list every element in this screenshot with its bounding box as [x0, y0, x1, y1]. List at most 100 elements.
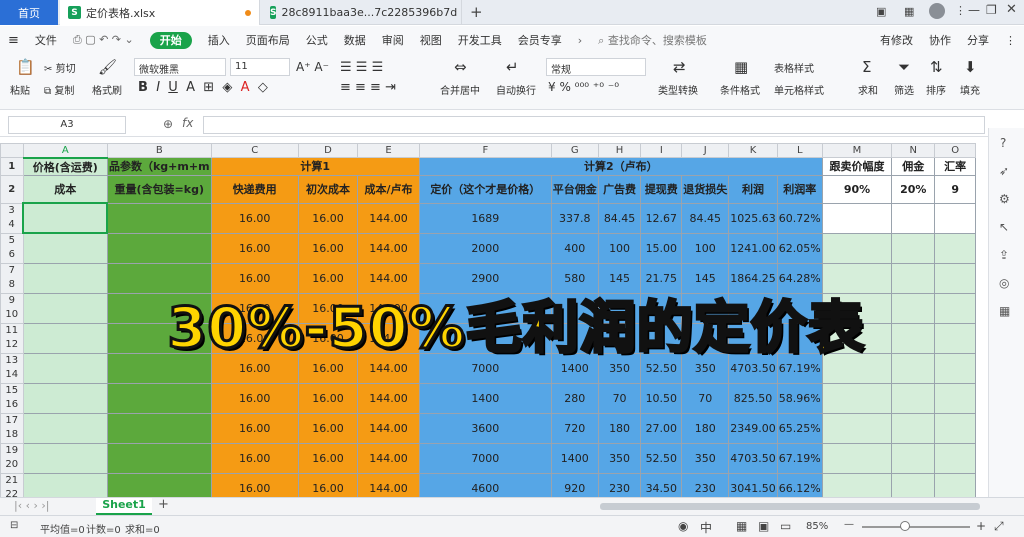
selected-cell-a3[interactable] — [22, 202, 109, 234]
cell-cost[interactable] — [22, 322, 108, 354]
help-icon[interactable]: ? — [1000, 136, 1006, 150]
cell-weight[interactable] — [106, 232, 212, 264]
cell-e[interactable]: 144.00 — [357, 232, 420, 264]
wrap-icon[interactable]: ↵ — [506, 58, 519, 76]
fill-icon[interactable]: ⬇ — [964, 58, 977, 76]
row-number[interactable]: 15 16 — [0, 382, 24, 414]
cell-l[interactable]: 67.19% — [776, 442, 823, 474]
cell-d[interactable]: 16.00 — [297, 382, 359, 414]
cell-d[interactable]: 16.00 — [297, 442, 359, 474]
hamburger-icon[interactable]: ≡ — [0, 33, 27, 48]
cell-h[interactable]: 180 — [597, 412, 642, 444]
cell-m[interactable] — [821, 442, 893, 474]
cell-k[interactable]: 825.50 — [728, 382, 778, 414]
cut-button[interactable]: ✂ 剪切 — [44, 60, 76, 75]
wrap-text-button[interactable]: 自动换行 — [496, 82, 536, 97]
fill-button[interactable]: 填充 — [960, 82, 980, 97]
cell-m[interactable] — [821, 472, 893, 497]
quick-access-icons[interactable]: ⎙ ▢ ↶ ↷ ⌄ — [65, 33, 142, 47]
col-header-l[interactable]: L — [776, 143, 823, 158]
layout-icon[interactable]: ▣ — [876, 5, 886, 18]
row-number[interactable]: 19 20 — [0, 442, 24, 474]
header-price[interactable]: 价格(含运费) — [22, 157, 108, 176]
col-header-c[interactable]: C — [210, 143, 299, 158]
menu-member[interactable]: 会员专享 — [510, 32, 570, 48]
convert-icon[interactable]: ⇄ — [673, 58, 686, 76]
more-icon[interactable]: ⋮ — [997, 34, 1024, 47]
col-header-g[interactable]: G — [550, 143, 599, 158]
cell-f[interactable]: 1400 — [418, 382, 552, 414]
header-follow-range[interactable]: 跟卖价幅度 — [821, 157, 893, 176]
cell-d[interactable]: 16.00 — [297, 202, 359, 234]
row-number[interactable]: 11 12 — [0, 322, 24, 354]
cell-o[interactable] — [934, 352, 976, 384]
zoom-search-icon[interactable]: ⊕ — [163, 117, 173, 131]
number-format-select[interactable]: 常规 — [546, 58, 646, 76]
align-top-icons[interactable]: ☰ ☰ ☰ — [340, 60, 383, 75]
row-number[interactable]: 17 18 — [0, 412, 24, 444]
cell-k[interactable]: 3041.50 — [728, 472, 778, 497]
cell-n[interactable] — [891, 202, 936, 234]
zoom-slider[interactable] — [862, 526, 970, 528]
cell-l[interactable]: 60.72% — [776, 202, 823, 234]
cell-i[interactable]: 10.50 — [640, 382, 683, 414]
cell-cost[interactable] — [22, 352, 108, 384]
table-style-button[interactable]: 表格样式 — [774, 60, 814, 75]
col-header-n[interactable]: N — [891, 143, 936, 158]
more-icon[interactable]: ⋮ — [955, 4, 966, 17]
sum-button[interactable]: 求和 — [858, 82, 878, 97]
zoom-slider-thumb[interactable] — [900, 521, 910, 531]
menu-insert[interactable]: 插入 — [200, 32, 238, 48]
cell-c[interactable]: 16.00 — [210, 232, 299, 264]
cell-e[interactable]: 144.00 — [357, 202, 420, 234]
fx-icon[interactable]: fx — [182, 116, 193, 130]
menu-start[interactable]: 开始 — [149, 32, 192, 49]
cell-f[interactable]: 3600 — [418, 412, 552, 444]
type-convert-button[interactable]: 类型转换 — [658, 82, 698, 97]
filter-icon[interactable]: ⏷ — [898, 58, 910, 76]
cell-h[interactable]: 230 — [597, 472, 642, 497]
header-withdraw-fee[interactable]: 提现费 — [640, 174, 683, 204]
header-shipping[interactable]: 快递费用 — [210, 174, 299, 204]
menu-file[interactable]: 文件 — [27, 32, 65, 48]
cell-o[interactable] — [934, 472, 976, 497]
row-number[interactable]: 9 10 — [0, 292, 24, 324]
cell-c[interactable]: 16.00 — [210, 382, 299, 414]
merge-center-button[interactable]: 合并居中 — [440, 82, 480, 97]
col-header-b[interactable]: B — [106, 143, 212, 158]
page-view-icon[interactable]: ▣ — [758, 519, 769, 533]
cell-g[interactable]: 400 — [550, 232, 599, 264]
header-return-loss[interactable]: 退货损失 — [681, 174, 730, 204]
row-number[interactable]: 1 — [0, 157, 24, 176]
name-box[interactable]: A3 — [8, 116, 126, 134]
paste-icon[interactable]: 📋 — [16, 58, 35, 76]
cell-c[interactable]: 16.00 — [210, 442, 299, 474]
cell-weight[interactable] — [106, 472, 212, 497]
cell-j[interactable]: 230 — [681, 472, 730, 497]
row-number[interactable]: 21 22 — [0, 472, 24, 497]
cell-e[interactable]: 144.00 — [357, 412, 420, 444]
horizontal-scrollbar[interactable] — [600, 503, 980, 510]
cell-style-button[interactable]: 单元格样式 — [774, 82, 824, 97]
cell-i[interactable]: 12.67 — [640, 202, 683, 234]
row-number[interactable]: 2 — [0, 174, 24, 204]
cell-j[interactable]: 100 — [681, 232, 730, 264]
conditional-format-button[interactable]: 条件格式 — [720, 82, 760, 97]
add-sheet-button[interactable]: + — [158, 497, 169, 512]
menu-view[interactable]: 视图 — [412, 32, 450, 48]
align-horizontal-icons[interactable]: ≡ ≡ ≡ ⇥ — [340, 80, 396, 95]
col-header-f[interactable]: F — [418, 143, 552, 158]
font-grow-icon[interactable]: A⁺ A⁻ — [296, 60, 329, 74]
rocket-icon[interactable]: ➶ — [999, 164, 1009, 178]
header-calc2[interactable]: 计算2（卢布） — [418, 157, 823, 176]
header-platform-fee[interactable]: 平台佣金 — [550, 174, 599, 204]
cell-h[interactable]: 350 — [597, 442, 642, 474]
collab-button[interactable]: 协作 — [921, 32, 959, 48]
cell-weight[interactable] — [106, 202, 212, 234]
avatar[interactable] — [929, 3, 945, 19]
cell-i[interactable]: 52.50 — [640, 442, 683, 474]
cell-weight[interactable] — [106, 382, 212, 414]
cell-i[interactable]: 27.00 — [640, 412, 683, 444]
cell-f[interactable]: 2000 — [418, 232, 552, 264]
cell-h[interactable]: 84.45 — [597, 202, 642, 234]
